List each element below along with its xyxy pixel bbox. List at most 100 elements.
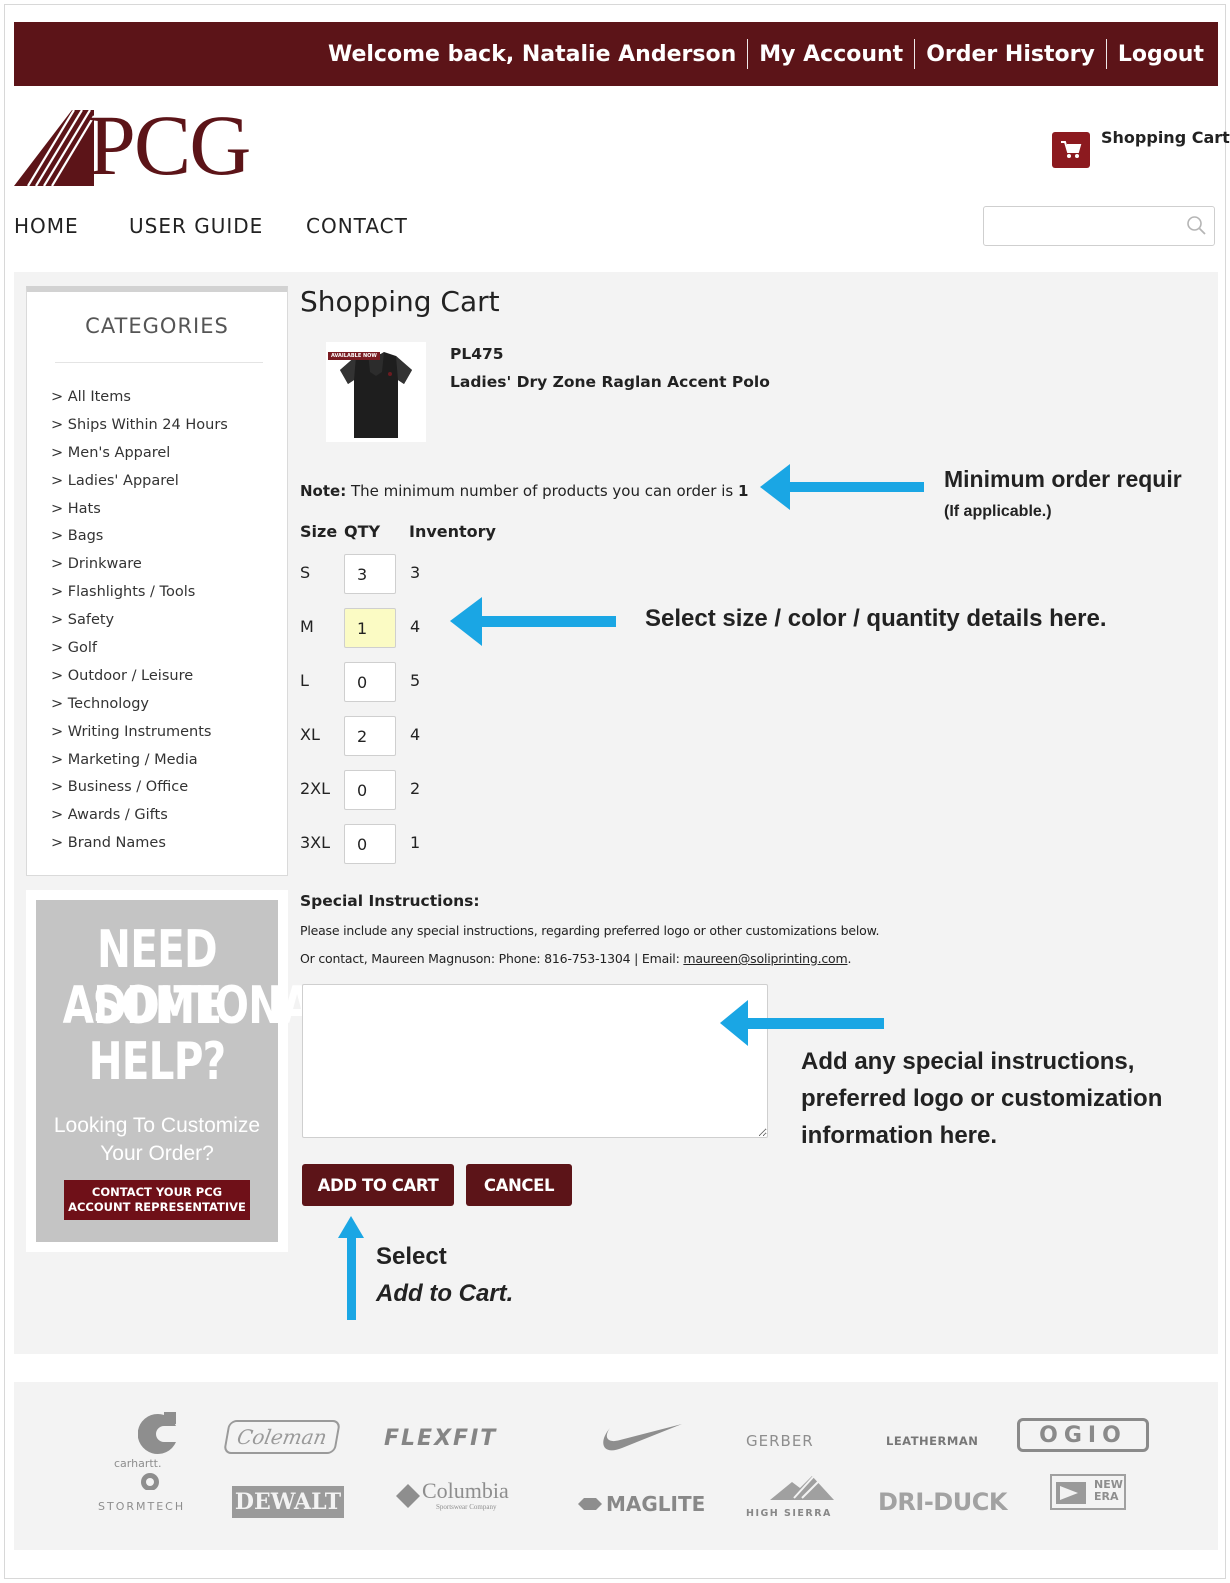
arrow-left-icon [720,1000,884,1046]
help-sub-2: Your Order? [100,1142,214,1165]
gerber-brand: GERBER [746,1432,814,1450]
min-order-annotation-sub: (If applicable.) [944,503,1052,520]
help-line-2: ADDITIONAL [62,976,338,1036]
order-history-link[interactable]: Order History [926,42,1095,67]
special-annotation-2: preferred logo or customization [801,1085,1163,1112]
high-sierra-brand: HIGH SIERRA [746,1508,832,1519]
product-sku: PL475 [450,345,504,363]
arrow-left-icon [760,464,924,510]
size-label: 2XL [300,779,331,798]
category-list: > All Items > Ships Within 24 Hours > Me… [51,384,228,858]
contact-prefix: Or contact, Maureen Magnuson: Phone: 816… [300,951,684,966]
my-account-link[interactable]: My Account [759,42,903,67]
special-annotation-3: information here. [801,1122,998,1149]
category-ladies-apparel[interactable]: > Ladies' Apparel [51,468,228,496]
category-hats[interactable]: > Hats [51,496,228,524]
arrow-left-icon [450,597,616,646]
divider [55,362,263,363]
help-sub-1: Looking To Customize [53,1114,261,1137]
note-min: 1 [737,482,749,500]
categories-title: CATEGORIES [85,314,229,338]
category-bags[interactable]: > Bags [51,523,228,551]
category-flashlights-tools[interactable]: > Flashlights / Tools [51,579,228,607]
search-input[interactable] [990,207,1184,245]
ogio-brand: OGIO [1017,1418,1149,1452]
special-instructions-heading: Special Instructions: [300,892,480,910]
product-image[interactable]: AVAILABLE NOW [326,342,426,442]
inventory-header: Inventory [409,522,496,541]
category-technology[interactable]: > Technology [51,691,228,719]
contact-rep-line-1: CONTACT YOUR PCG [91,1185,223,1199]
category-business-office[interactable]: > Business / Office [51,774,228,802]
category-brand-names[interactable]: > Brand Names [51,830,228,858]
size-label: M [300,617,314,636]
qty-input-m[interactable] [344,608,396,648]
category-writing-instruments[interactable]: > Writing Instruments [51,719,228,747]
cart-icon[interactable] [1052,132,1090,168]
help-line-3: HELP? [88,1032,227,1092]
inventory-value: 4 [410,617,421,636]
category-awards-gifts[interactable]: > Awards / Gifts [51,802,228,830]
nike-swoosh-icon [603,1424,682,1451]
nav-home[interactable]: HOME [14,214,79,238]
new-era-brand: NEW ERA [1050,1474,1126,1510]
category-mens-apparel[interactable]: > Men's Apparel [51,440,228,468]
minimum-order-note: Note: The minimum number of products you… [300,482,748,500]
category-golf[interactable]: > Golf [51,635,228,663]
dewalt-brand: DEWALT [232,1486,344,1518]
special-instructions-textarea[interactable] [302,984,768,1138]
carhartt-logo-icon [138,1412,176,1454]
size-label: L [300,671,309,690]
flexfit-brand: FLEXFIT [384,1426,498,1451]
shopping-cart-link[interactable]: Shopping Cart [1101,128,1230,147]
page-title: Shopping Cart [300,285,500,318]
qty-input-3xl[interactable] [344,824,396,864]
size-label: S [300,563,311,582]
qty-input-s[interactable] [344,554,396,594]
contact-suffix: . [847,951,852,966]
category-all-items[interactable]: > All Items [51,384,228,412]
welcome-text: Welcome back, Natalie Anderson [327,41,737,67]
add-to-cart-annotation: Add to Cart. [376,1280,514,1307]
maglite-brand: MAGLITE [606,1492,706,1516]
qty-header: QTY [344,522,381,541]
add-to-cart-button[interactable]: ADD TO CART [302,1164,454,1206]
pcg-logo[interactable]: PCG [14,102,264,188]
category-outdoor-leisure[interactable]: > Outdoor / Leisure [51,663,228,691]
product-name[interactable]: Ladies' Dry Zone Raglan Accent Polo [450,373,770,391]
logout-link[interactable]: Logout [1118,42,1204,67]
divider [914,39,916,69]
size-header: Size [300,522,338,541]
inventory-value: 5 [410,671,421,690]
category-safety[interactable]: > Safety [51,607,228,635]
category-marketing-media[interactable]: > Marketing / Media [51,747,228,775]
contact-rep-button[interactable]: CONTACT YOUR PCG ACCOUNT REPRESENTATIVE [64,1180,250,1220]
qty-input-l[interactable] [344,662,396,702]
inventory-value: 4 [410,725,421,744]
leatherman-brand: LEATHERMAN [886,1434,979,1448]
qty-input-xl[interactable] [344,716,396,756]
maglite-icon [578,1498,602,1510]
columbia-brand: Columbia [422,1478,509,1503]
email-link[interactable]: maureen@soliprinting.com [683,951,847,966]
category-drinkware[interactable]: > Drinkware [51,551,228,579]
logo-stripes-icon [14,110,94,186]
nav-user-guide[interactable]: USER GUIDE [129,214,263,238]
ogio-text: OGIO [1039,1422,1127,1448]
category-ships-24h[interactable]: > Ships Within 24 Hours [51,412,228,440]
cancel-button[interactable]: CANCEL [466,1164,572,1206]
stormtech-logo-icon [141,1473,159,1490]
qty-input-2xl[interactable] [344,770,396,810]
nav-contact[interactable]: CONTACT [306,214,408,238]
search-box [983,206,1215,246]
top-account-bar: Welcome back, Natalie Anderson My Accoun… [14,22,1218,86]
carhartt-brand: carhartt. [114,1457,162,1470]
stormtech-brand: STORMTECH [98,1500,186,1513]
logo-text: PCG [88,97,251,193]
dri-duck-brand: DRI-DUCK [878,1488,1007,1516]
select-annotation: Select [376,1243,447,1270]
special-annotation-1: Add any special instructions, [801,1048,1135,1075]
search-icon[interactable] [1186,215,1206,235]
inventory-value: 2 [410,779,421,798]
help-banner[interactable]: NEED SOME ADDITIONAL HELP? Looking To Cu… [26,890,338,1252]
